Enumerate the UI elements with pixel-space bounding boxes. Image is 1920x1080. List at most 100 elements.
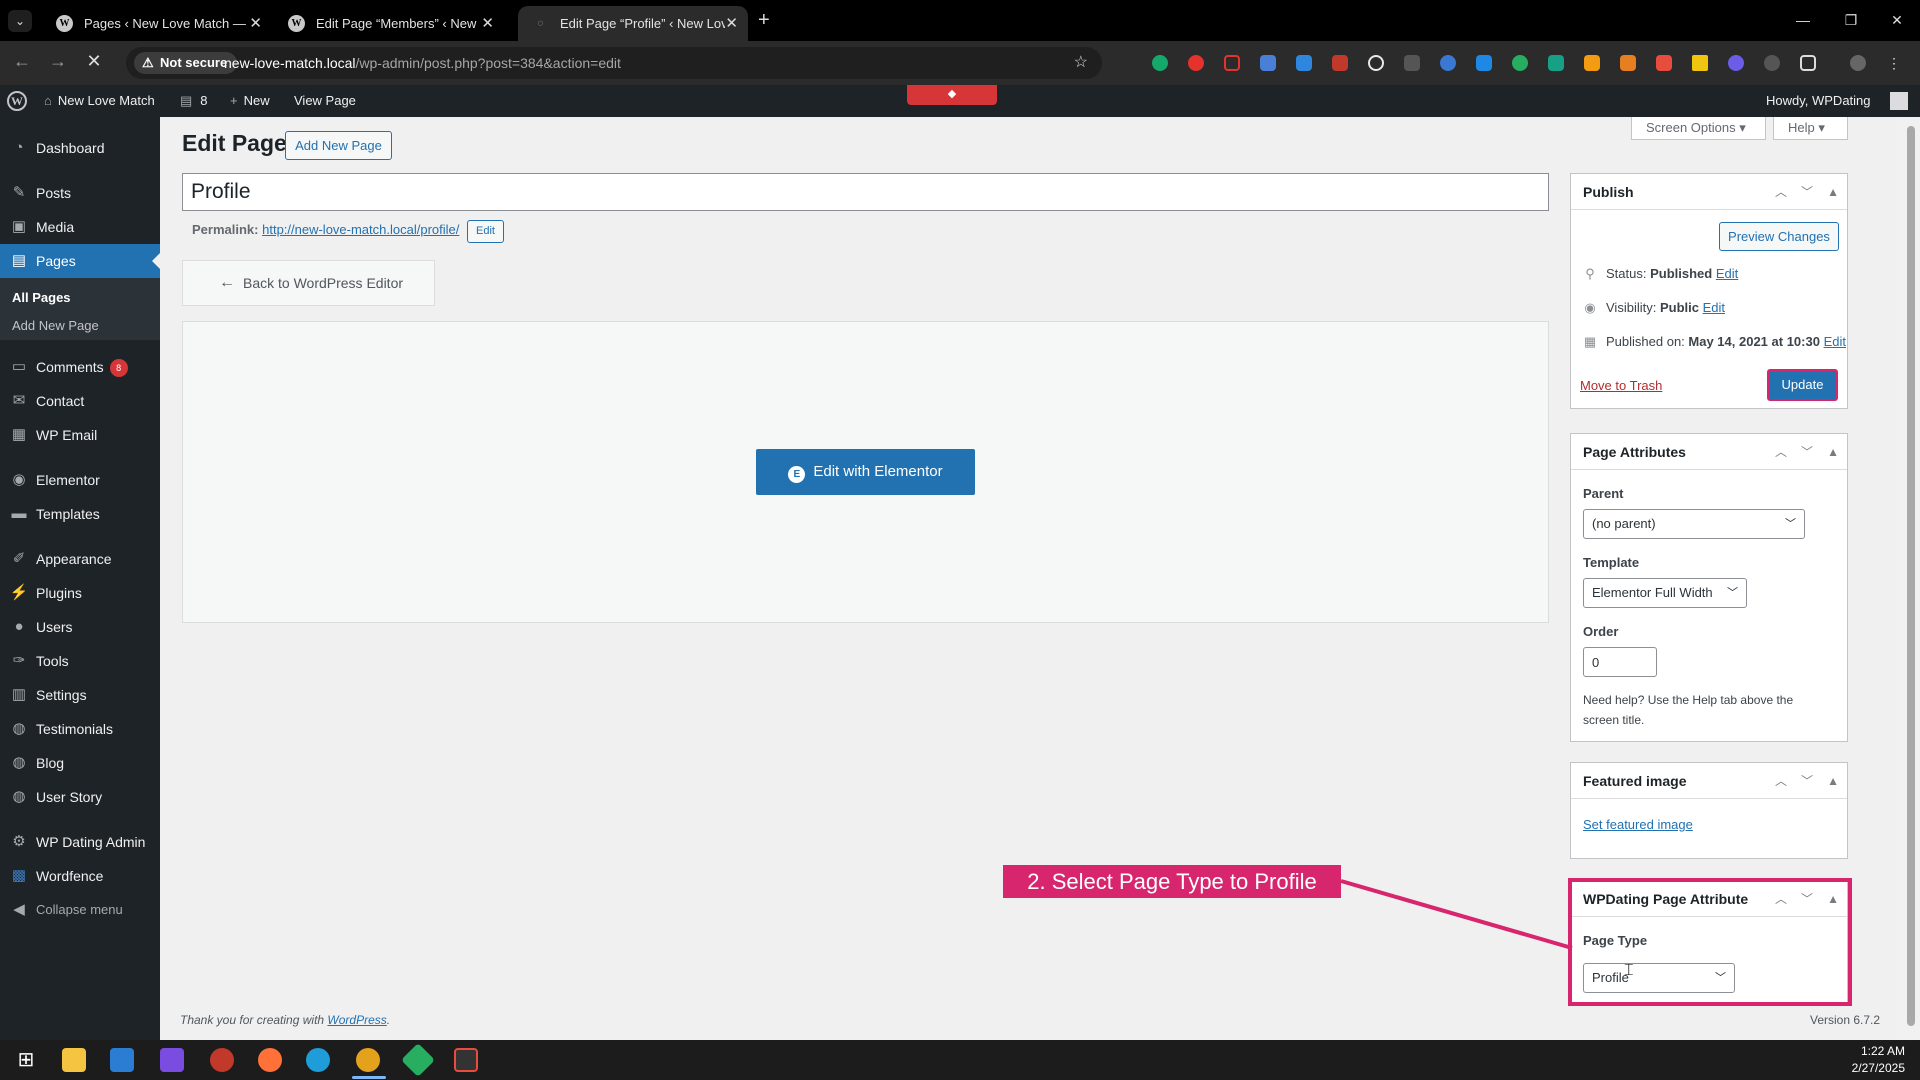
- visibility-edit-link[interactable]: Edit: [1703, 300, 1725, 315]
- pen-extension-icon[interactable]: [1404, 55, 1420, 71]
- sidebar-item-appearance[interactable]: ✐ Appearance: [0, 542, 160, 576]
- back-arrow-icon[interactable]: ←: [10, 51, 34, 72]
- sidebar-item-testimonials[interactable]: ◍ Testimonials: [0, 712, 160, 746]
- vscode-icon[interactable]: [110, 1048, 134, 1072]
- preview-changes-button[interactable]: Preview Changes: [1719, 222, 1839, 251]
- sidebar-item-pages[interactable]: ▤ Pages: [0, 244, 160, 278]
- update-button[interactable]: Update: [1767, 369, 1838, 401]
- sidebar-item-blog[interactable]: ◍ Blog: [0, 746, 160, 780]
- extension-icon[interactable]: [1656, 55, 1672, 71]
- extension-icon[interactable]: [1296, 55, 1312, 71]
- windows-start-icon[interactable]: ⊞: [14, 1048, 38, 1072]
- sidebar-item-media[interactable]: ▣ Media: [0, 210, 160, 244]
- extension-icon[interactable]: [1188, 55, 1204, 71]
- submenu-all-pages[interactable]: All Pages: [12, 288, 71, 308]
- taskbar-time[interactable]: 1:22 AM: [1855, 1044, 1905, 1058]
- submenu-add-new-page[interactable]: Add New Page: [12, 316, 99, 336]
- browser-tab-members[interactable]: W Edit Page “Members” ‹ New Lo ✕: [274, 6, 504, 41]
- sidebar-item-plugins[interactable]: ⚡ Plugins: [0, 576, 160, 610]
- tab-close-icon[interactable]: ✕: [725, 6, 738, 41]
- security-badge[interactable]: ⚠ Not secure: [134, 52, 238, 74]
- sidebar-item-settings[interactable]: ▥ Settings: [0, 678, 160, 712]
- grammarly-extension-icon[interactable]: [1152, 55, 1168, 71]
- new-tab-icon[interactable]: +: [758, 8, 770, 32]
- browser-tab-profile[interactable]: ◌ Edit Page “Profile” ‹ New Love M ✕: [518, 6, 748, 41]
- extension-icon[interactable]: [1764, 55, 1780, 71]
- taskbar-date[interactable]: 2/27/2025: [1838, 1061, 1905, 1075]
- sidebar-item-wordfence[interactable]: ▩ Wordfence: [0, 859, 160, 893]
- status-edit-link[interactable]: Edit: [1716, 266, 1738, 281]
- sidebar-item-templates[interactable]: ▬ Templates: [0, 497, 160, 531]
- screen-options-tab[interactable]: Screen Options ▾: [1631, 117, 1766, 140]
- admin-bar-new[interactable]: + New: [230, 85, 270, 117]
- chrome-icon[interactable]: [356, 1048, 380, 1072]
- tab-search-icon[interactable]: ⌄: [8, 10, 32, 32]
- minimize-icon[interactable]: —: [1780, 6, 1826, 34]
- file-explorer-icon[interactable]: [62, 1048, 86, 1072]
- forward-arrow-icon[interactable]: →: [46, 51, 70, 72]
- sidebar-item-tools[interactable]: ✑ Tools: [0, 644, 160, 678]
- edge-icon[interactable]: [306, 1048, 330, 1072]
- restore-icon[interactable]: ❐: [1828, 6, 1874, 34]
- app-icon[interactable]: [160, 1048, 184, 1072]
- extension-icon[interactable]: [1728, 55, 1744, 71]
- browser-tab-pages[interactable]: W Pages ‹ New Love Match — Wo ✕: [42, 6, 272, 41]
- chevron-up-icon[interactable]: ︿: [1775, 174, 1787, 210]
- sidebar-collapse-menu[interactable]: ◀ Collapse menu: [0, 893, 160, 927]
- tab-close-icon[interactable]: ✕: [249, 6, 262, 41]
- edit-with-elementor-button[interactable]: E Edit with Elementor: [756, 449, 975, 495]
- toggle-triangle-icon[interactable]: ▲: [1827, 174, 1839, 210]
- extension-icon[interactable]: [1512, 55, 1528, 71]
- chevron-up-icon[interactable]: ︿: [1775, 434, 1787, 470]
- extension-icon[interactable]: [1476, 55, 1492, 71]
- sidebar-item-dashboard[interactable]: ◔ Dashboard: [0, 131, 160, 165]
- page-title-input[interactable]: [182, 173, 1549, 211]
- sidebar-item-elementor[interactable]: ◉ Elementor: [0, 463, 160, 497]
- firefox-icon[interactable]: [258, 1048, 282, 1072]
- extension-icon[interactable]: [1584, 55, 1600, 71]
- bookmark-star-icon[interactable]: ☆: [1074, 47, 1088, 79]
- admin-bar-howdy[interactable]: Howdy, WPDating: [1766, 85, 1871, 117]
- toggle-triangle-icon[interactable]: ▲: [1827, 434, 1839, 470]
- permalink-url-link[interactable]: http://new-love-match.local/profile/: [262, 222, 459, 237]
- profile-avatar-icon[interactable]: [1850, 55, 1866, 71]
- address-bar[interactable]: ⚠ Not secure new-love-match.local/wp-adm…: [126, 47, 1102, 79]
- help-tab[interactable]: Help ▾: [1773, 117, 1848, 140]
- order-input[interactable]: [1583, 647, 1657, 677]
- parent-select[interactable]: (no parent) ﹀: [1583, 509, 1805, 539]
- extension-icon[interactable]: [1548, 55, 1564, 71]
- app-icon[interactable]: [210, 1048, 234, 1072]
- move-to-trash-link[interactable]: Move to Trash: [1580, 378, 1662, 393]
- stop-loading-icon[interactable]: ✕: [82, 51, 106, 72]
- browser-menu-icon[interactable]: ⋮: [1886, 55, 1902, 71]
- extension-icon[interactable]: [1332, 55, 1348, 71]
- admin-bar-comments[interactable]: ▤ 8: [180, 85, 208, 117]
- notification-bell-icon[interactable]: ◆: [907, 85, 997, 105]
- extension-icon[interactable]: [1368, 55, 1384, 71]
- chevron-down-icon[interactable]: ﹀: [1801, 174, 1813, 210]
- tab-close-icon[interactable]: ✕: [481, 6, 494, 41]
- chevron-up-icon[interactable]: ︿: [1775, 763, 1787, 799]
- permalink-edit-button[interactable]: Edit: [467, 220, 504, 243]
- wordpress-logo-icon[interactable]: W: [7, 91, 27, 111]
- sidebar-item-comments[interactable]: ▭ Comments 8: [0, 350, 160, 384]
- sidebar-item-users[interactable]: ● Users: [0, 610, 160, 644]
- extensions-puzzle-icon[interactable]: [1800, 55, 1816, 71]
- wordpress-link[interactable]: WordPress: [327, 1013, 386, 1027]
- set-featured-image-link[interactable]: Set featured image: [1583, 817, 1693, 832]
- admin-bar-site[interactable]: ⌂ New Love Match: [44, 85, 155, 117]
- close-window-icon[interactable]: ✕: [1874, 6, 1920, 34]
- sidebar-item-user-story[interactable]: ◍ User Story: [0, 780, 160, 814]
- admin-bar-view-page[interactable]: View Page: [294, 85, 356, 117]
- sidebar-item-posts[interactable]: ✎ Posts: [0, 176, 160, 210]
- add-new-page-button[interactable]: Add New Page: [285, 131, 392, 160]
- chevron-down-icon[interactable]: ﹀: [1801, 763, 1813, 799]
- template-select[interactable]: Elementor Full Width ﹀: [1583, 578, 1747, 608]
- back-to-wordpress-editor-button[interactable]: ← Back to WordPress Editor: [182, 260, 435, 306]
- toggle-triangle-icon[interactable]: ▲: [1827, 763, 1839, 799]
- avatar[interactable]: [1890, 92, 1908, 110]
- published-on-edit-link[interactable]: Edit: [1824, 334, 1846, 349]
- extension-icon[interactable]: [1440, 55, 1456, 71]
- sidebar-item-contact[interactable]: ✉ Contact: [0, 384, 160, 418]
- bolt-extension-icon[interactable]: [1692, 55, 1708, 71]
